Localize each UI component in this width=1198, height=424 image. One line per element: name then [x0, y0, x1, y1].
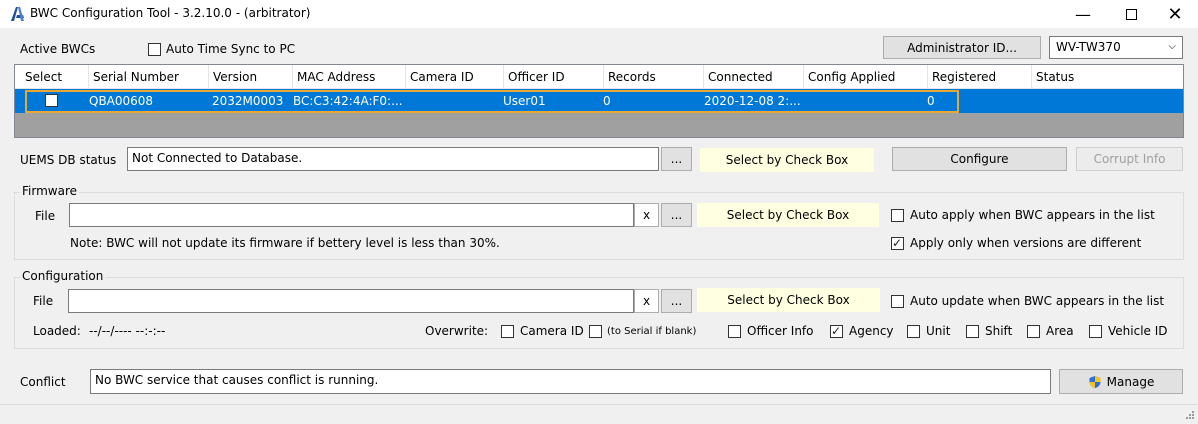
overwrite-serial-checkbox[interactable] [589, 325, 602, 338]
maximize-button[interactable] [1108, 0, 1154, 28]
overwrite-officer-info-checkbox[interactable] [728, 325, 741, 338]
overwrite-agency-label: Agency [849, 324, 894, 338]
loaded-value: --/--/---- --:-:-- [89, 324, 166, 338]
configuration-select-hint: Select by Check Box [697, 288, 880, 312]
apply-only-different-checkbox[interactable] [891, 235, 904, 251]
loaded-label: Loaded: [33, 324, 81, 338]
resize-grip-icon[interactable] [1183, 408, 1195, 420]
configuration-group-label: Configuration [20, 269, 106, 283]
manage-button-label: Manage [1106, 374, 1155, 389]
overwrite-area-checkbox[interactable] [1027, 325, 1040, 338]
firmware-clear-button[interactable]: x [634, 203, 659, 227]
auto-time-sync-label: Auto Time Sync to PC [166, 42, 296, 56]
configuration-group [14, 277, 1184, 349]
configuration-file-label: File [33, 294, 54, 308]
auto-apply-checkbox[interactable] [891, 209, 904, 222]
column-header-officer-id[interactable]: Officer ID [504, 65, 604, 89]
configuration-clear-button[interactable]: x [634, 289, 659, 313]
column-header-camera-id[interactable]: Camera ID [406, 65, 504, 89]
auto-time-sync-checkbox[interactable] [148, 43, 161, 56]
close-icon: ✕ [1167, 3, 1183, 25]
close-button[interactable]: ✕ [1152, 0, 1198, 28]
overwrite-camera-id-checkbox[interactable] [501, 325, 514, 338]
uems-db-status-label: UEMS DB status [20, 153, 117, 167]
apply-only-different-label: Apply only when versions are different [910, 236, 1142, 250]
conflict-label: Conflict [20, 375, 66, 389]
uems-select-hint: Select by Check Box [700, 148, 874, 172]
firmware-select-hint: Select by Check Box [697, 203, 879, 227]
row-highlight-outline [25, 90, 959, 113]
table-row[interactable]: QBA00608 2032M0003 BC:C3:42:4A:F0:... Us… [15, 89, 1183, 113]
maximize-icon [1125, 8, 1137, 20]
table-header: Select Serial Number Version MAC Address… [15, 65, 1183, 89]
overwrite-camera-id-label: Camera ID [520, 324, 584, 338]
column-header-serial-number[interactable]: Serial Number [89, 65, 209, 89]
firmware-note: Note: BWC will not update its firmware i… [70, 236, 500, 250]
overwrite-area-label: Area [1046, 324, 1074, 338]
column-header-version[interactable]: Version [209, 65, 293, 89]
overwrite-unit-checkbox[interactable] [907, 325, 920, 338]
minimize-icon: — [1075, 4, 1091, 24]
conflict-field: No BWC service that causes conflict is r… [90, 369, 1051, 394]
auto-update-label: Auto update when BWC appears in the list [910, 294, 1165, 308]
uems-browse-button[interactable]: ... [661, 147, 692, 171]
model-select-value: WV-TW370 [1056, 40, 1121, 54]
active-bwcs-label: Active BWCs [20, 42, 96, 56]
column-header-config-applied[interactable]: Config Applied [804, 65, 928, 89]
uems-db-status-field: Not Connected to Database. [127, 147, 659, 171]
auto-update-checkbox[interactable] [891, 295, 904, 308]
administrator-id-button[interactable]: Administrator ID... [883, 36, 1041, 59]
overwrite-vehicle-id-checkbox[interactable] [1089, 325, 1102, 338]
column-header-status[interactable]: Status [1032, 65, 1183, 89]
app-logo-icon [11, 7, 24, 21]
auto-apply-label: Auto apply when BWC appears in the list [910, 208, 1155, 222]
chevron-down-icon: ⌵ [1168, 41, 1176, 52]
overwrite-agency-checkbox[interactable] [830, 323, 843, 339]
model-select[interactable]: WV-TW370 ⌵ [1049, 36, 1183, 59]
configuration-browse-button[interactable]: ... [661, 289, 692, 313]
configuration-file-input[interactable] [68, 289, 634, 313]
column-header-registered[interactable]: Registered [928, 65, 1032, 89]
overwrite-officer-info-label: Officer Info [747, 324, 814, 338]
overwrite-serial-hint: (to Serial if blank) [607, 326, 697, 337]
window-title: BWC Configuration Tool - 3.2.10.0 - (arb… [30, 6, 311, 20]
overwrite-label: Overwrite: [425, 324, 489, 338]
overwrite-unit-label: Unit [926, 324, 951, 338]
minimize-button[interactable]: — [1060, 0, 1106, 28]
firmware-file-input[interactable] [69, 203, 634, 227]
corrupt-info-button[interactable]: Corrupt Info [1076, 147, 1183, 171]
column-header-connected[interactable]: Connected [704, 65, 804, 89]
overwrite-shift-label: Shift [985, 324, 1013, 338]
status-separator [0, 404, 1198, 405]
configure-button[interactable]: Configure [892, 147, 1067, 171]
firmware-browse-button[interactable]: ... [661, 203, 692, 227]
overwrite-shift-checkbox[interactable] [966, 325, 979, 338]
firmware-file-label: File [35, 209, 56, 223]
bwc-table[interactable]: Select Serial Number Version MAC Address… [14, 64, 1184, 138]
overwrite-vehicle-id-label: Vehicle ID [1108, 324, 1168, 338]
column-header-records[interactable]: Records [604, 65, 704, 89]
firmware-group-label: Firmware [20, 184, 79, 198]
uac-shield-icon [1089, 375, 1101, 388]
column-header-select[interactable]: Select [21, 65, 89, 89]
column-header-mac-address[interactable]: MAC Address [293, 65, 406, 89]
manage-button[interactable]: Manage [1059, 369, 1183, 394]
